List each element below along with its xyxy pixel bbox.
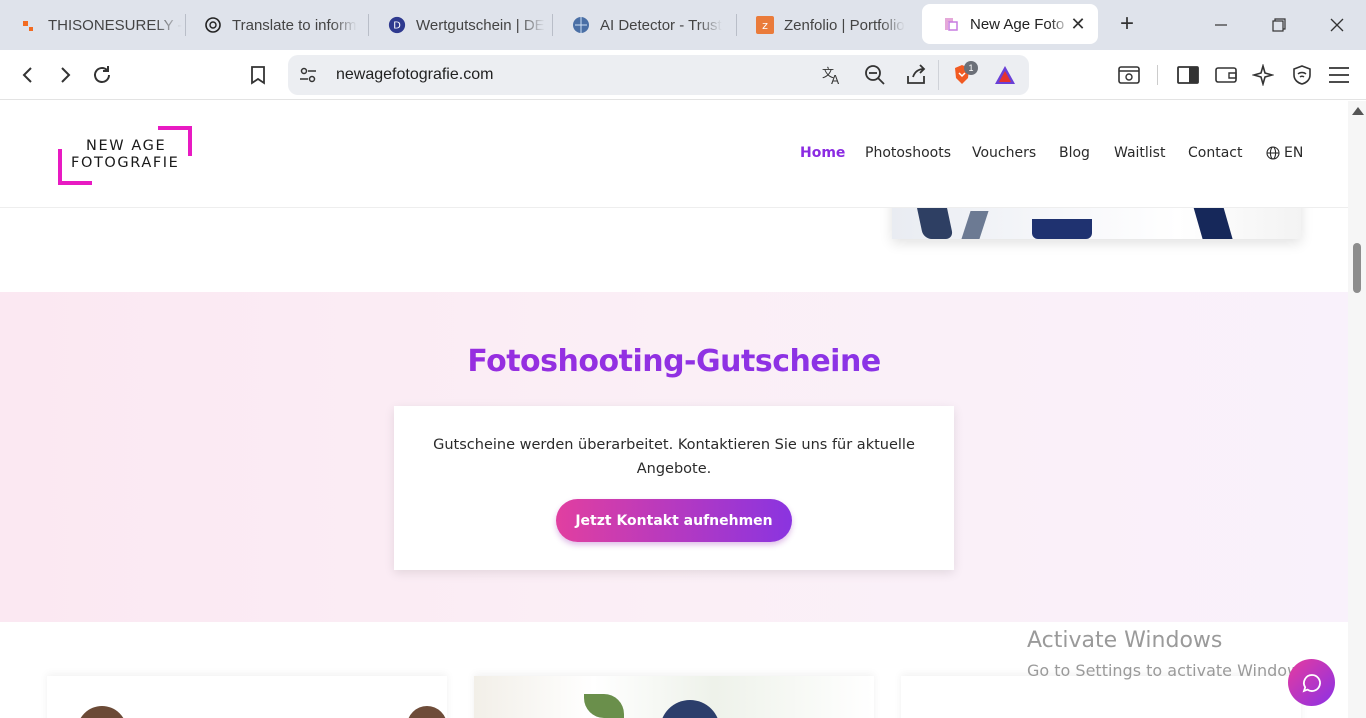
windows-activation-watermark: Activate Windows Go to Settings to activ… bbox=[1027, 628, 1314, 680]
reader-mode-icon[interactable] bbox=[1116, 62, 1142, 88]
tab-label: Wertgutschein | DE bbox=[416, 16, 545, 34]
photo-figure bbox=[1032, 219, 1092, 239]
globe-icon bbox=[1266, 146, 1280, 160]
svg-text:A: A bbox=[831, 73, 840, 86]
gallery-card[interactable] bbox=[47, 676, 447, 718]
scroll-thumb[interactable] bbox=[1353, 243, 1361, 293]
voucher-notice-text: Gutscheine werden überarbeitet. Kontakti… bbox=[433, 437, 915, 477]
contact-cta-button[interactable]: Jetzt Kontakt aufnehmen bbox=[556, 499, 792, 542]
photo-figure bbox=[916, 205, 954, 239]
brave-rewards-icon[interactable] bbox=[993, 64, 1017, 91]
watermark-subtitle: Go to Settings to activate Windows. bbox=[1027, 661, 1314, 680]
tab-label: Translate to inform bbox=[232, 16, 357, 34]
tab-thisonesurely[interactable]: THISONESURELY - bbox=[0, 0, 185, 50]
wallet-icon[interactable] bbox=[1213, 62, 1239, 88]
forward-button[interactable] bbox=[52, 62, 78, 88]
chatgpt-icon bbox=[204, 16, 222, 34]
tab-label: Zenfolio | Portfolio bbox=[784, 16, 905, 34]
menu-icon[interactable] bbox=[1326, 62, 1352, 88]
web-page: NEW AGE FOTOGRAFIE Home Photoshoots Vouc… bbox=[0, 101, 1348, 718]
photo-figure bbox=[407, 706, 447, 718]
nav-photoshoots[interactable]: Photoshoots bbox=[865, 145, 951, 165]
browser-toolbar: newagefotografie.com 文A 1 bbox=[0, 50, 1366, 100]
tab-label: AI Detector - Trust bbox=[600, 16, 722, 34]
sidebar-icon[interactable] bbox=[1175, 62, 1201, 88]
logo-text-line1: NEW AGE bbox=[86, 138, 167, 154]
chat-icon bbox=[1302, 673, 1321, 693]
close-tab-icon[interactable]: ✕ bbox=[1068, 14, 1088, 34]
tab-new-age-foto[interactable]: New Age Foto ✕ bbox=[922, 4, 1098, 44]
gallery-card[interactable] bbox=[901, 676, 1301, 718]
shields-badge: 1 bbox=[964, 61, 978, 75]
newage-favicon bbox=[942, 15, 960, 33]
nav-blog[interactable]: Blog bbox=[1059, 145, 1090, 165]
zoom-icon[interactable] bbox=[864, 64, 886, 91]
photo-figure bbox=[961, 211, 989, 239]
divider bbox=[1157, 65, 1158, 85]
address-bar[interactable]: newagefotografie.com 文A 1 bbox=[288, 55, 1029, 95]
tab-wertgutschein[interactable]: D Wertgutschein | DE bbox=[368, 0, 552, 50]
translate-icon[interactable]: 文A bbox=[821, 64, 843, 91]
photo-figure bbox=[1193, 207, 1233, 239]
gallery-card[interactable] bbox=[474, 676, 874, 718]
language-switcher[interactable]: EN bbox=[1266, 145, 1303, 161]
watermark-title: Activate Windows bbox=[1027, 628, 1223, 653]
nav-waitlist[interactable]: Waitlist bbox=[1114, 145, 1165, 165]
reload-button[interactable] bbox=[89, 62, 115, 88]
svg-text:z: z bbox=[762, 19, 768, 32]
logo-text-line2: FOTOGRAFIE bbox=[71, 155, 180, 171]
chat-widget-button[interactable] bbox=[1288, 659, 1335, 706]
zenfolio-icon: z bbox=[756, 16, 774, 34]
back-button[interactable] bbox=[15, 62, 41, 88]
photo-figure bbox=[584, 694, 624, 718]
globe-brain-icon bbox=[572, 16, 590, 34]
leo-ai-icon[interactable] bbox=[1250, 62, 1276, 88]
scroll-up-arrow[interactable] bbox=[1352, 107, 1364, 115]
tab-translate[interactable]: Translate to inform bbox=[184, 0, 368, 50]
nav-contact[interactable]: Contact bbox=[1188, 145, 1242, 165]
language-label: EN bbox=[1284, 145, 1304, 161]
tab-strip: THISONESURELY - Translate to inform D We… bbox=[0, 0, 1366, 50]
share-icon[interactable] bbox=[905, 64, 927, 91]
close-window-button[interactable] bbox=[1324, 12, 1350, 38]
site-logo[interactable]: NEW AGE FOTOGRAFIE bbox=[58, 125, 194, 185]
bookmark-icon[interactable] bbox=[245, 62, 271, 88]
tab-label: New Age Foto bbox=[970, 15, 1065, 33]
new-tab-button[interactable]: + bbox=[1114, 12, 1140, 38]
nav-home[interactable]: Home bbox=[800, 145, 845, 165]
svg-text:D: D bbox=[393, 21, 401, 32]
vpn-shield-icon[interactable] bbox=[1289, 62, 1315, 88]
asana-icon bbox=[20, 16, 38, 34]
site-settings-icon[interactable] bbox=[298, 65, 318, 90]
page-scrollbar[interactable] bbox=[1348, 101, 1366, 718]
section-title: Fotoshooting-Gutscheine bbox=[0, 344, 1348, 379]
url-text: newagefotografie.com bbox=[336, 66, 494, 83]
d-logo-icon: D bbox=[388, 16, 406, 34]
tab-zenfolio[interactable]: z Zenfolio | Portfolio bbox=[736, 0, 920, 50]
photo-figure bbox=[77, 706, 127, 718]
nav-vouchers[interactable]: Vouchers bbox=[972, 145, 1036, 165]
photo-figure bbox=[660, 700, 720, 718]
voucher-notice-card: Gutscheine werden überarbeitet. Kontakti… bbox=[394, 406, 954, 570]
restore-button[interactable] bbox=[1266, 12, 1292, 38]
voucher-section: Fotoshooting-Gutscheine Gutscheine werde… bbox=[0, 292, 1348, 622]
site-header: NEW AGE FOTOGRAFIE Home Photoshoots Vouc… bbox=[0, 101, 1348, 208]
minimize-button[interactable] bbox=[1208, 12, 1234, 38]
divider bbox=[938, 60, 939, 90]
tab-label: THISONESURELY - bbox=[48, 16, 183, 34]
tab-ai-detector[interactable]: AI Detector - Trust bbox=[552, 0, 736, 50]
